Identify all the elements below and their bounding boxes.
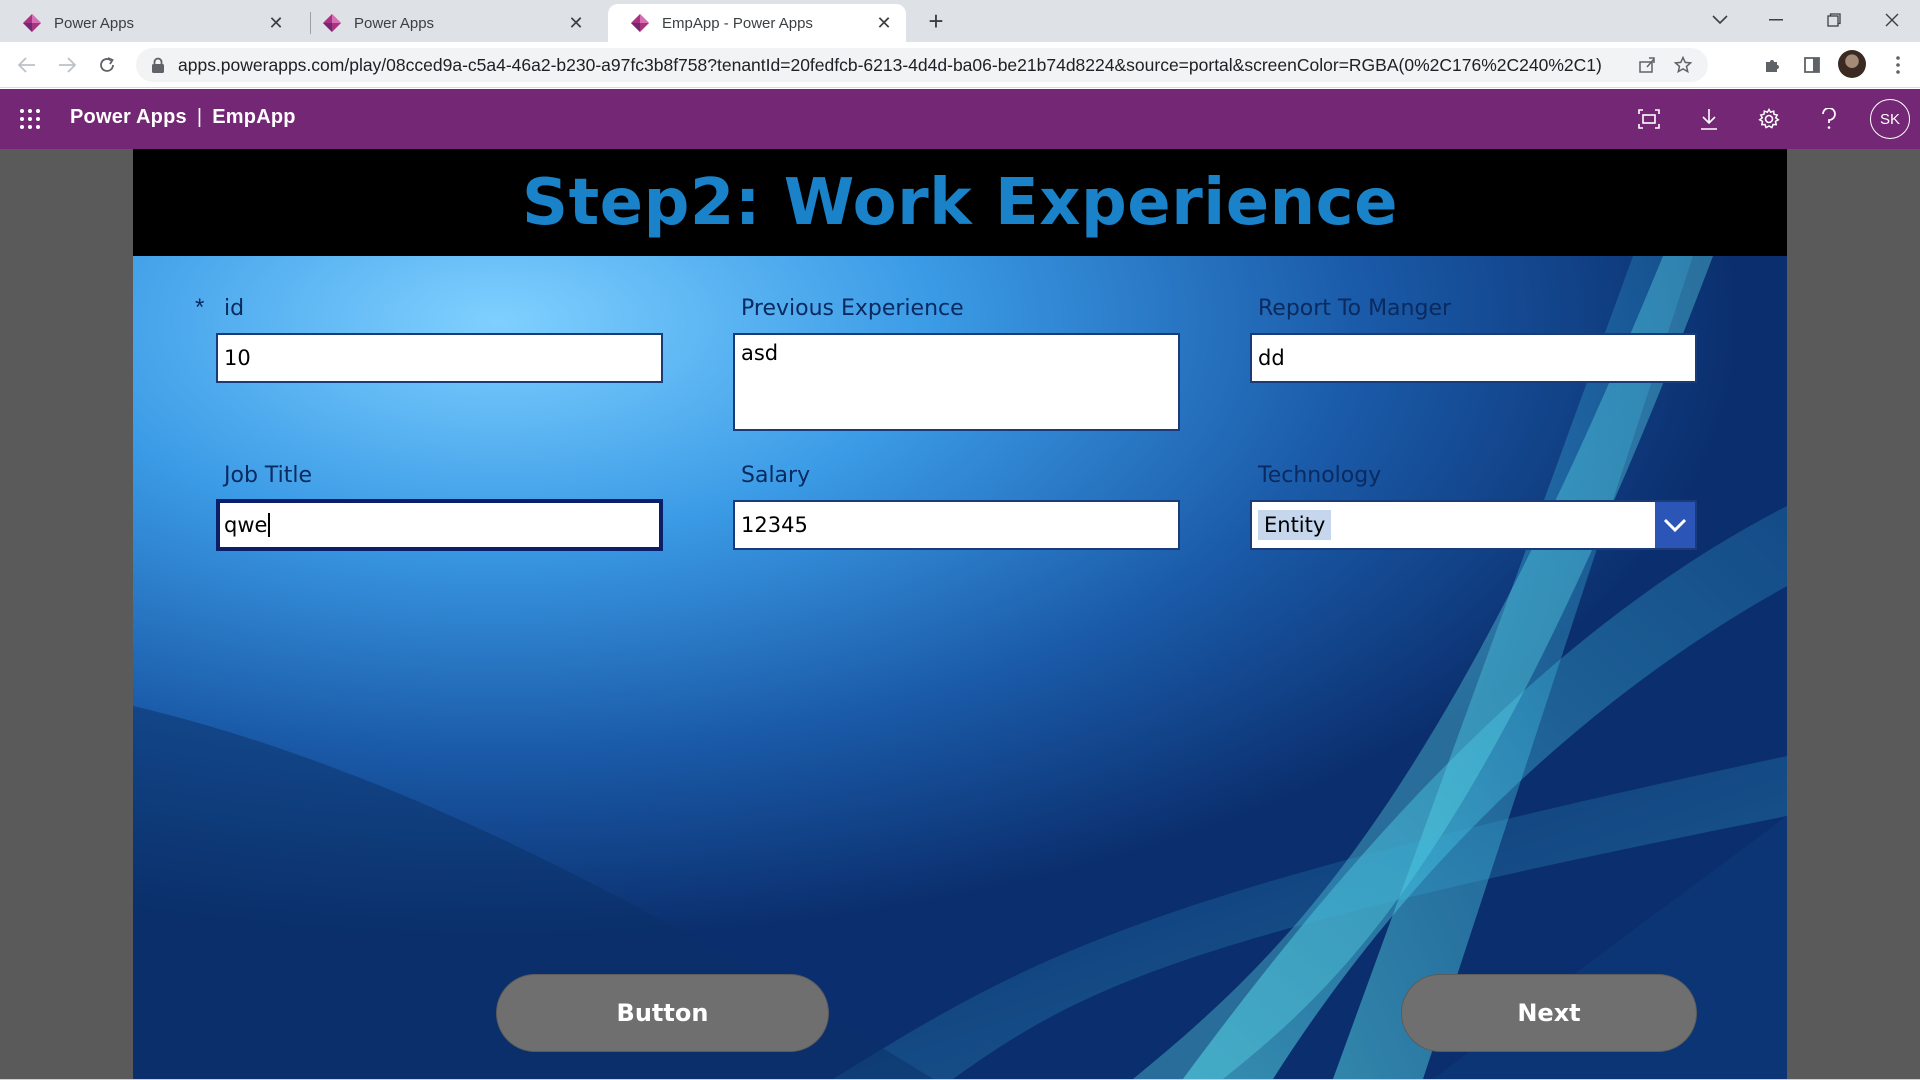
share-icon[interactable]	[1632, 50, 1662, 80]
technology-label: Technology	[1258, 463, 1382, 488]
job-title-input[interactable]: qwe	[216, 499, 663, 551]
app-stage: Step2: Work Experience * id 10 Previous …	[0, 149, 1920, 1080]
title-separator: |	[196, 106, 203, 128]
id-input[interactable]: 10	[216, 333, 663, 383]
minimize-window-icon[interactable]	[1756, 4, 1796, 36]
app-screen: Step2: Work Experience * id 10 Previous …	[133, 149, 1787, 1079]
lock-icon	[152, 57, 164, 73]
product-name[interactable]: Power Apps	[70, 106, 187, 128]
salary-label: Salary	[741, 463, 811, 488]
tab-title: EmpApp - Power Apps	[662, 14, 813, 32]
chevron-down-icon[interactable]	[1655, 502, 1695, 548]
restore-window-icon[interactable]	[1814, 4, 1854, 36]
report-to-manager-input[interactable]: dd	[1250, 333, 1697, 383]
power-apps-header: Power Apps | EmpApp SK	[0, 89, 1920, 149]
url-text: apps.powerapps.com/play/08cced9a-c5a4-46…	[178, 54, 1602, 75]
browser-menu-kebab-icon[interactable]	[1882, 50, 1914, 80]
tab-search-chevron-icon[interactable]	[1700, 4, 1740, 36]
forward-arrow-icon[interactable]	[52, 50, 82, 80]
reload-icon[interactable]	[92, 50, 122, 80]
tab-title: Power Apps	[354, 14, 435, 32]
download-icon[interactable]	[1694, 104, 1724, 134]
app-launcher-waffle-icon[interactable]	[18, 107, 42, 131]
technology-dropdown[interactable]: Entity	[1250, 500, 1697, 550]
power-apps-favicon-icon	[631, 14, 649, 32]
id-value: 10	[224, 346, 251, 370]
screen-title: Step2: Work Experience	[521, 165, 1399, 240]
screen-title-banner: Step2: Work Experience	[133, 149, 1787, 256]
required-asterisk: *	[195, 294, 205, 321]
browser-tab-active[interactable]: EmpApp - Power Apps ✕	[608, 4, 906, 42]
close-window-icon[interactable]	[1872, 4, 1912, 36]
close-tab-icon[interactable]: ✕	[566, 13, 586, 33]
help-question-icon[interactable]	[1814, 104, 1844, 134]
browser-tab[interactable]: Power Apps ✕	[300, 4, 598, 42]
browser-tab-strip: Power Apps ✕ Power Apps ✕ EmpApp - Power…	[0, 0, 1920, 42]
address-bar[interactable]: apps.powerapps.com/play/08cced9a-c5a4-46…	[136, 48, 1708, 82]
user-avatar[interactable]: SK	[1870, 99, 1910, 139]
app-name: EmpApp	[212, 106, 296, 128]
salary-value: 12345	[741, 513, 808, 537]
generic-button[interactable]: Button	[496, 974, 829, 1052]
browser-toolbar: apps.powerapps.com/play/08cced9a-c5a4-46…	[0, 42, 1920, 88]
bookmark-star-icon[interactable]	[1668, 50, 1698, 80]
id-label: id	[224, 296, 245, 321]
technology-selected-value: Entity	[1258, 510, 1332, 540]
next-button[interactable]: Next	[1401, 974, 1697, 1052]
back-arrow-icon[interactable]	[12, 50, 42, 80]
power-apps-favicon-icon	[23, 14, 41, 32]
close-tab-icon[interactable]: ✕	[266, 13, 286, 33]
side-panel-icon[interactable]	[1796, 50, 1828, 80]
previous-experience-value: asd	[741, 341, 779, 365]
browser-profile-avatar[interactable]	[1838, 50, 1866, 78]
previous-experience-label: Previous Experience	[741, 296, 964, 321]
app-header-title: Power Apps | EmpApp	[70, 106, 296, 129]
fit-to-window-icon[interactable]	[1634, 104, 1664, 134]
job-title-value: qwe	[224, 513, 268, 537]
tab-title: Power Apps	[54, 14, 135, 32]
browser-tab[interactable]: Power Apps ✕	[0, 4, 298, 42]
settings-gear-icon[interactable]	[1754, 104, 1784, 134]
report-to-manager-value: dd	[1258, 346, 1285, 370]
salary-input[interactable]: 12345	[733, 500, 1180, 550]
close-tab-icon[interactable]: ✕	[874, 13, 894, 33]
report-to-manager-label: Report To Manger	[1258, 296, 1452, 321]
extensions-puzzle-icon[interactable]	[1756, 50, 1788, 80]
text-caret	[268, 513, 270, 537]
previous-experience-textarea[interactable]: asd	[733, 333, 1180, 431]
new-tab-button[interactable]: +	[922, 8, 950, 36]
job-title-label: Job Title	[224, 463, 313, 488]
power-apps-favicon-icon	[323, 14, 341, 32]
